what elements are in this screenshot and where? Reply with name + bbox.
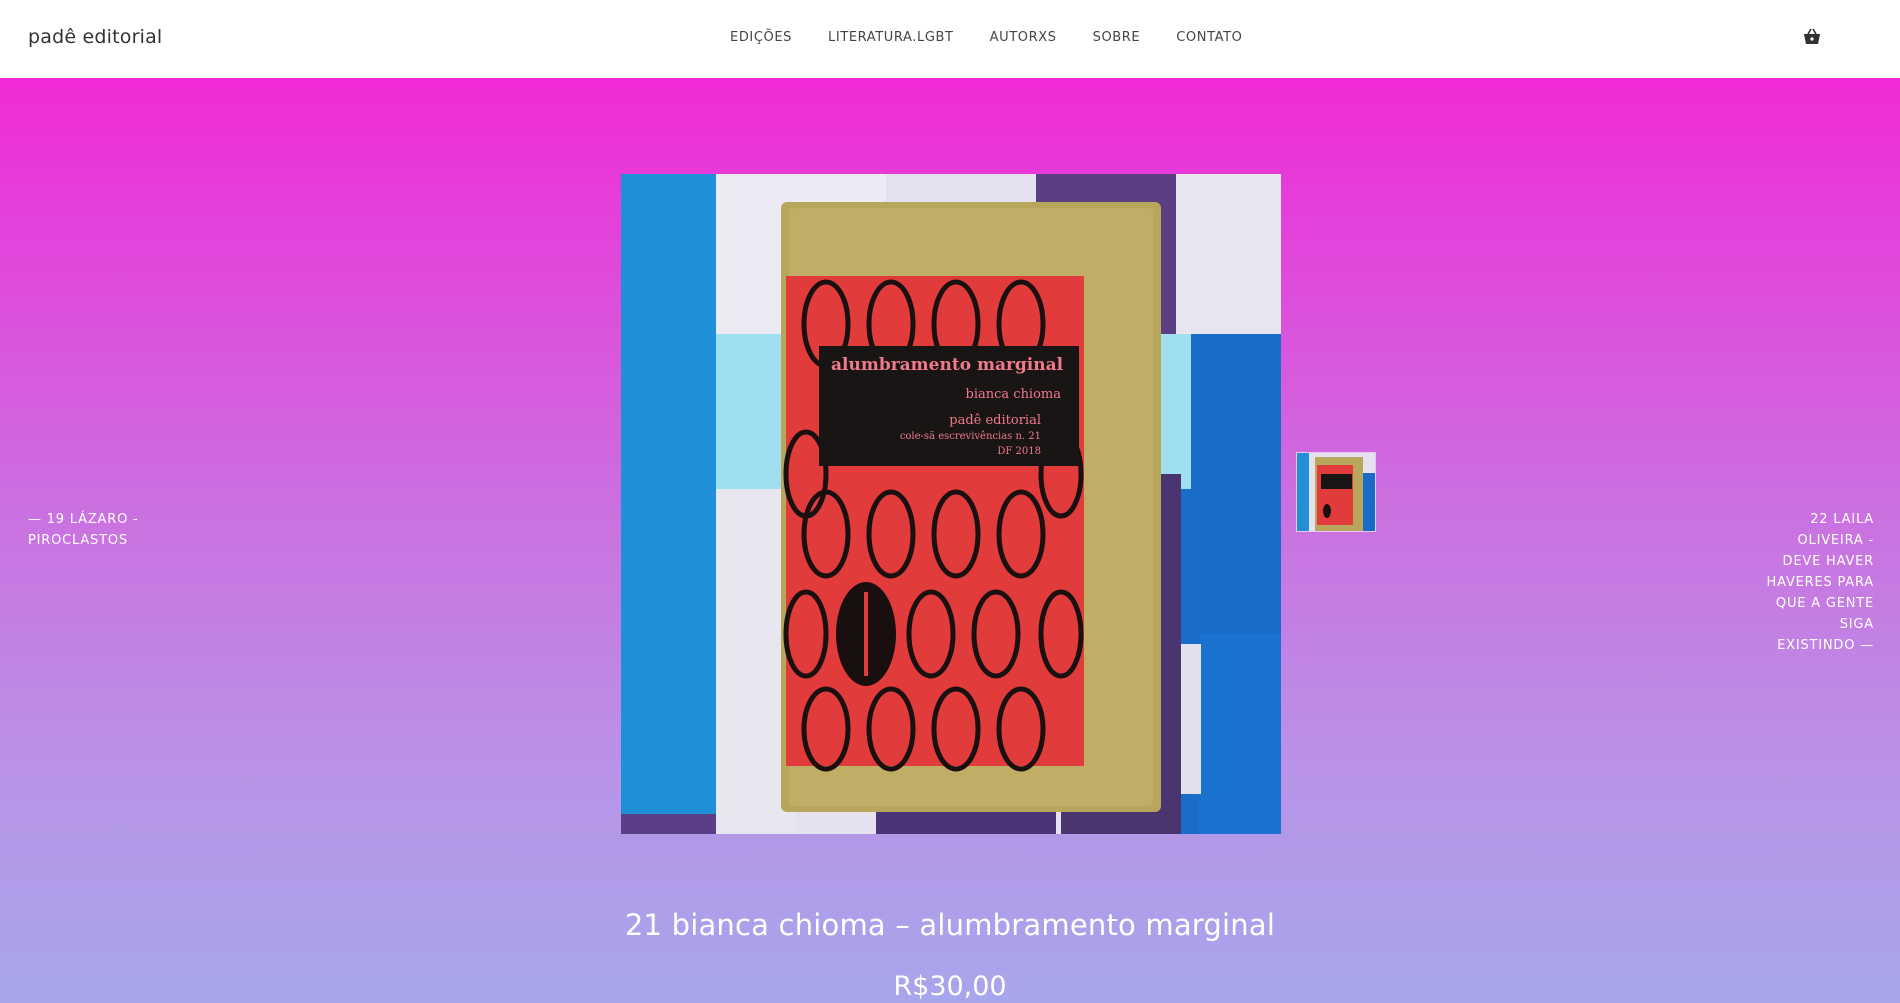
- site-header: padê editorial EDIÇÕES LITERATURA.LGBT A…: [0, 0, 1900, 78]
- product-price: R$30,00: [893, 971, 1007, 1002]
- product-hero: — 19 LÁZARO - PIROCLASTOS alumbramento m…: [0, 78, 1900, 1003]
- next-product-link[interactable]: 22 LAILA OLIVEIRA - DEVE HAVER HAVERES P…: [1760, 509, 1874, 656]
- product-title: 21 bianca chioma – alumbramento marginal: [624, 908, 1276, 942]
- product-thumbnail[interactable]: [1296, 452, 1376, 532]
- cover-publisher-text: padê editorial: [949, 413, 1041, 428]
- nav-literatura-lgbt[interactable]: LITERATURA.LGBT: [828, 30, 954, 45]
- cover-place-year-text: DF 2018: [997, 446, 1041, 457]
- nav-contato[interactable]: CONTATO: [1176, 30, 1242, 45]
- cover-series-text: cole-sã escrevivências n. 21: [900, 431, 1041, 442]
- nav-sobre[interactable]: SOBRE: [1093, 30, 1141, 45]
- previous-product-link[interactable]: — 19 LÁZARO - PIROCLASTOS: [28, 509, 158, 551]
- main-nav: EDIÇÕES LITERATURA.LGBT AUTORXS SOBRE CO…: [730, 30, 1278, 45]
- cover-title-text: alumbramento marginal: [831, 355, 1064, 375]
- basket-icon[interactable]: [1800, 25, 1824, 49]
- product-main-image[interactable]: alumbramento marginal bianca chioma padê…: [621, 174, 1281, 834]
- nav-autorxs[interactable]: AUTORXS: [990, 30, 1057, 45]
- cover-author-text: bianca chioma: [966, 387, 1062, 402]
- brand-logo[interactable]: padê editorial: [28, 26, 162, 48]
- nav-edicoes[interactable]: EDIÇÕES: [730, 30, 792, 45]
